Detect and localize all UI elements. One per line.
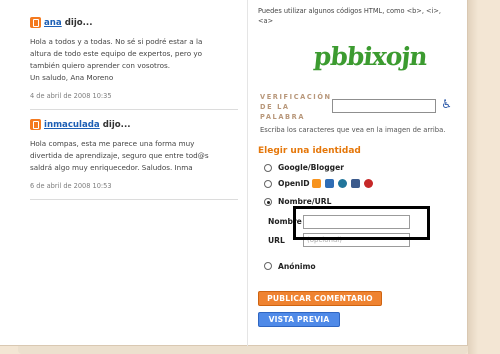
comment-body: Hola a todos y a todas. No sé si podré e… [30,36,238,84]
radio-openid[interactable] [264,180,272,188]
option-label-google-blogger[interactable]: Google/Blogger [278,163,344,172]
page-shadow [468,0,478,354]
option-label-openid[interactable]: OpenID [278,179,310,188]
livejournal-icon[interactable] [325,178,334,188]
radio-name-url[interactable] [264,198,272,206]
comment-item: ana dijo... Hola a todos y a todas. No s… [30,17,238,100]
publish-comment-button[interactable]: PUBLICAR COMENTARIO [258,291,382,306]
comment-divider [30,109,238,110]
highlight-box [293,206,430,240]
comment-text-line: saldrá algo muy enriquecedor. Saludos. I… [30,163,193,172]
radio-anonymous[interactable] [264,262,272,270]
comments-list: ana dijo... Hola a todos y a todas. No s… [0,0,240,346]
option-label-name-url[interactable]: Nombre/URL [278,197,331,206]
comment-header: inmaculada dijo... [30,119,238,130]
html-hint-line: Puedes utilizar algunos códigos HTML, co… [258,7,442,15]
comment-body: Hola compas, esta me parece una forma mu… [30,138,238,174]
identity-title: Elegir una identidad [258,146,361,156]
verification-label-line: VERIFICACIÓN [260,93,332,101]
comment-author-link[interactable]: ana [44,18,62,28]
typepad-icon[interactable] [351,178,360,188]
preview-button[interactable]: VISTA PREVIA [258,312,340,327]
option-label-anonymous[interactable]: Anónimo [278,262,316,271]
url-label: URL [268,236,285,245]
comment-timestamp[interactable]: 6 de abril de 2008 10:53 [30,182,238,190]
comment-text-line: Un saludo, Ana Moreno [30,73,114,82]
blogger-profile-icon [30,17,41,28]
accessibility-icon[interactable]: ♿ [440,98,453,111]
comment-divider [30,199,238,200]
aim-icon[interactable] [364,178,373,188]
verification-label-line: DE LA [260,103,290,111]
captcha-image: pbbixojn [312,33,428,79]
comment-timestamp[interactable]: 4 de abril de 2008 10:35 [30,92,238,100]
comment-text-line: Hola compas, esta me parece una forma mu… [30,139,195,148]
openid-provider-icons [312,177,377,189]
html-hint-text: Puedes utilizar algunos códigos HTML, co… [258,6,464,26]
openid-icon[interactable] [312,178,321,188]
radio-google-blogger[interactable] [264,164,272,172]
comment-author-link[interactable]: inmaculada [44,120,100,130]
comment-text-line: Hola a todos y a todas. No sé si podré e… [30,37,203,46]
comment-text-line: también quiero aprender con vosotros. [30,61,171,70]
comment-said-label: dijo... [64,17,93,28]
verification-label-line: PALABRA [260,113,306,121]
wordpress-icon[interactable] [338,178,347,188]
blog-page: ana dijo... Hola a todos y a todas. No s… [0,0,468,346]
verification-label: VERIFICACIÓN DE LA PALABRA [260,92,332,122]
captcha-text: pbbixojn [312,41,428,71]
blogger-profile-icon [30,119,41,130]
verification-input[interactable] [332,99,436,113]
html-hint-line: <a> [258,17,274,25]
comment-header: ana dijo... [30,17,238,28]
comment-said-label: dijo... [102,119,131,130]
comment-text-line: altura de todo este equipo de expertos, … [30,49,203,58]
comment-item: inmaculada dijo... Hola compas, esta me … [30,119,238,190]
verification-help-text: Escriba los caracteres que vea en la ima… [260,126,446,134]
comment-text-line: divertida de aprendizaje, seguro que ent… [30,151,209,160]
